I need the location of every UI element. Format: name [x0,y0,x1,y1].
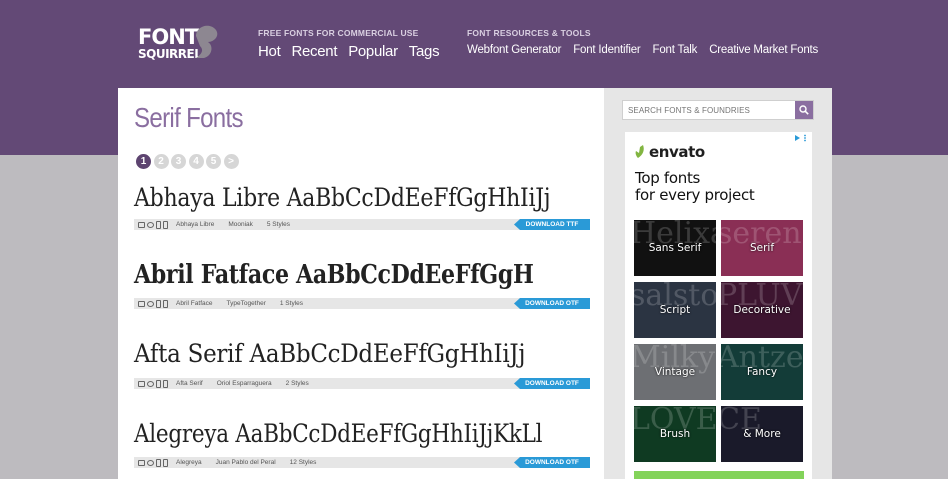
nav-resources: FONT RESOURCES & TOOLS Webfont Generator… [467,28,830,56]
search-input[interactable] [623,101,795,119]
download-button[interactable]: DOWNLOAD OTF [514,298,590,309]
pagination: 1 2 3 4 5 > [136,154,241,169]
main-content: Serif Fonts 1 2 3 4 5 > Abhaya Libre AaB… [118,88,604,479]
nav-link-creative-market-fonts[interactable]: Creative Market Fonts [709,44,818,56]
font-meta-bar: Abhaya Libre Mooniak 5 Styles DOWNLOAD T… [134,219,590,230]
nav-link-popular[interactable]: Popular [348,43,398,60]
tile-label: Script [659,304,691,316]
font-foundry[interactable]: Mooniak [228,221,253,228]
tile-label: Vintage [654,366,696,378]
web-icon [147,380,154,387]
font-squirrel-logo[interactable]: FONT SQUIRREL [138,22,218,66]
ad-cta-bar[interactable] [634,471,804,479]
nav-link-webfont-generator[interactable]: Webfont Generator [467,44,561,56]
tile-brush[interactable]: LOVE Brush [634,406,716,462]
tablet-icon [156,299,161,308]
phone-icon [163,299,168,308]
font-meta-bar: Afta Serif Oriol Esparraguera 2 Styles D… [134,378,590,389]
tile-serif[interactable]: seren Serif [721,220,803,276]
nav-free-caption: FREE FONTS FOR COMMERCIAL USE [258,28,419,38]
font-sample-abhaya-libre[interactable]: Abhaya Libre AaBbCcDdEeFfGgHhIiJj [134,183,551,212]
font-name[interactable]: Afta Serif [176,380,203,387]
search-icon [799,105,809,115]
desktop-icon [138,380,145,387]
font-styles-count: 1 Styles [279,300,304,307]
font-entry-alegreya[interactable]: Alegreya AaBbCcDdEeFfGgHhIiJjKkLl Alegre… [134,419,590,468]
font-styles-count: 12 Styles [289,459,317,466]
font-entry-abhaya-libre[interactable]: Abhaya Libre AaBbCcDdEeFfGgHhIiJj Abhaya… [134,183,590,230]
tile-script[interactable]: salstonScript [634,282,716,338]
font-entry-abril-fatface[interactable]: Abril Fatface AaBbCcDdEeFfGgH Abril Fatf… [134,260,590,309]
font-foundry[interactable]: TypeTogether [227,300,266,307]
font-name[interactable]: Alegreya [176,459,202,466]
tile-label: & More [743,428,781,440]
ad-headline-line-1: Top fonts [635,169,701,187]
font-meta-bar: Abril Fatface TypeTogether 1 Styles DOWN… [134,298,590,309]
next-page-button[interactable]: > [223,154,239,169]
tile-vintage[interactable]: Milky Vintage [634,344,716,400]
font-entry-afta-serif[interactable]: Afta Serif AaBbCcDdEeFfGgHhIiJj Afta Ser… [134,339,590,389]
ad-category-tiles: HelixaSans Serif serenSerif salstonScrip… [634,220,804,462]
tile-label: Serif [749,242,775,254]
font-name[interactable]: Abhaya Libre [176,221,214,228]
nav-link-hot[interactable]: Hot [258,43,281,60]
page-1-button[interactable]: 1 [136,154,151,169]
nav-resources-caption: FONT RESOURCES & TOOLS [467,28,591,38]
phone-icon [163,458,168,467]
desktop-icon [138,459,145,466]
page-2-button[interactable]: 2 [153,154,169,169]
tile-fancy[interactable]: Antze Fancy [721,344,803,400]
font-meta-bar: Alegreya Juan Pablo del Peral 12 Styles … [134,457,590,468]
download-button[interactable]: DOWNLOAD OTF [514,378,590,389]
tablet-icon [156,379,161,388]
ad-headline: Top fonts for every project [635,170,755,204]
page-title: Serif Fonts [134,102,244,133]
envato-wordmark: envato [649,143,705,161]
sidebar: envato Top fonts for every project Helix… [604,88,832,479]
nav-link-recent[interactable]: Recent [291,43,337,60]
tile-sans-serif[interactable]: HelixaSans Serif [634,220,716,276]
tile-label: Fancy [746,366,778,378]
page-5-button[interactable]: 5 [206,154,221,169]
nav-link-font-identifier[interactable]: Font Identifier [573,44,641,56]
font-styles-count: 2 Styles [285,380,309,387]
desktop-icon [138,221,145,228]
download-button[interactable]: DOWNLOAD OTF [514,457,590,468]
tile-decorative[interactable]: PLUVEDecorative [721,282,803,338]
squirrel-icon [196,25,218,59]
page-4-button[interactable]: 4 [188,154,204,169]
nav-link-tags[interactable]: Tags [409,43,440,60]
web-icon [147,300,154,307]
search-box [622,100,814,120]
tile-label: Decorative [733,304,791,316]
envato-leaf-icon [635,145,644,158]
font-foundry[interactable]: Oriol Esparraguera [217,380,272,387]
font-sample-afta-serif[interactable]: Afta Serif AaBbCcDdEeFfGgHhIiJj [134,339,554,368]
web-icon [147,221,154,228]
font-styles-count: 5 Styles [266,221,291,228]
font-name[interactable]: Abril Fatface [176,300,213,307]
tile-and-more[interactable]: CE & More [721,406,803,462]
nav-free-fonts: FREE FONTS FOR COMMERCIAL USE Hot Recent… [258,28,450,60]
tile-label: Sans Serif [648,242,702,254]
phone-icon [163,379,168,388]
font-foundry[interactable]: Juan Pablo del Peral [216,459,276,466]
tablet-icon [156,220,161,229]
web-icon [147,459,154,466]
envato-ad[interactable]: envato Top fonts for every project Helix… [625,132,812,479]
tile-label: Brush [659,428,691,440]
font-sample-abril-fatface[interactable]: Abril Fatface AaBbCcDdEeFfGgH [134,260,534,290]
nav-link-font-talk[interactable]: Font Talk [653,44,698,56]
envato-brand: envato [634,143,705,161]
search-button[interactable] [795,101,813,119]
font-sample-alegreya[interactable]: Alegreya AaBbCcDdEeFfGgHhIiJjKkLl [134,419,543,448]
download-button[interactable]: DOWNLOAD TTF [514,219,590,230]
desktop-icon [138,300,145,307]
ad-headline-line-2: for every project [635,186,755,204]
ad-info-icon[interactable] [794,134,808,142]
phone-icon [163,220,168,229]
tablet-icon [156,458,161,467]
page-3-button[interactable]: 3 [171,154,186,169]
